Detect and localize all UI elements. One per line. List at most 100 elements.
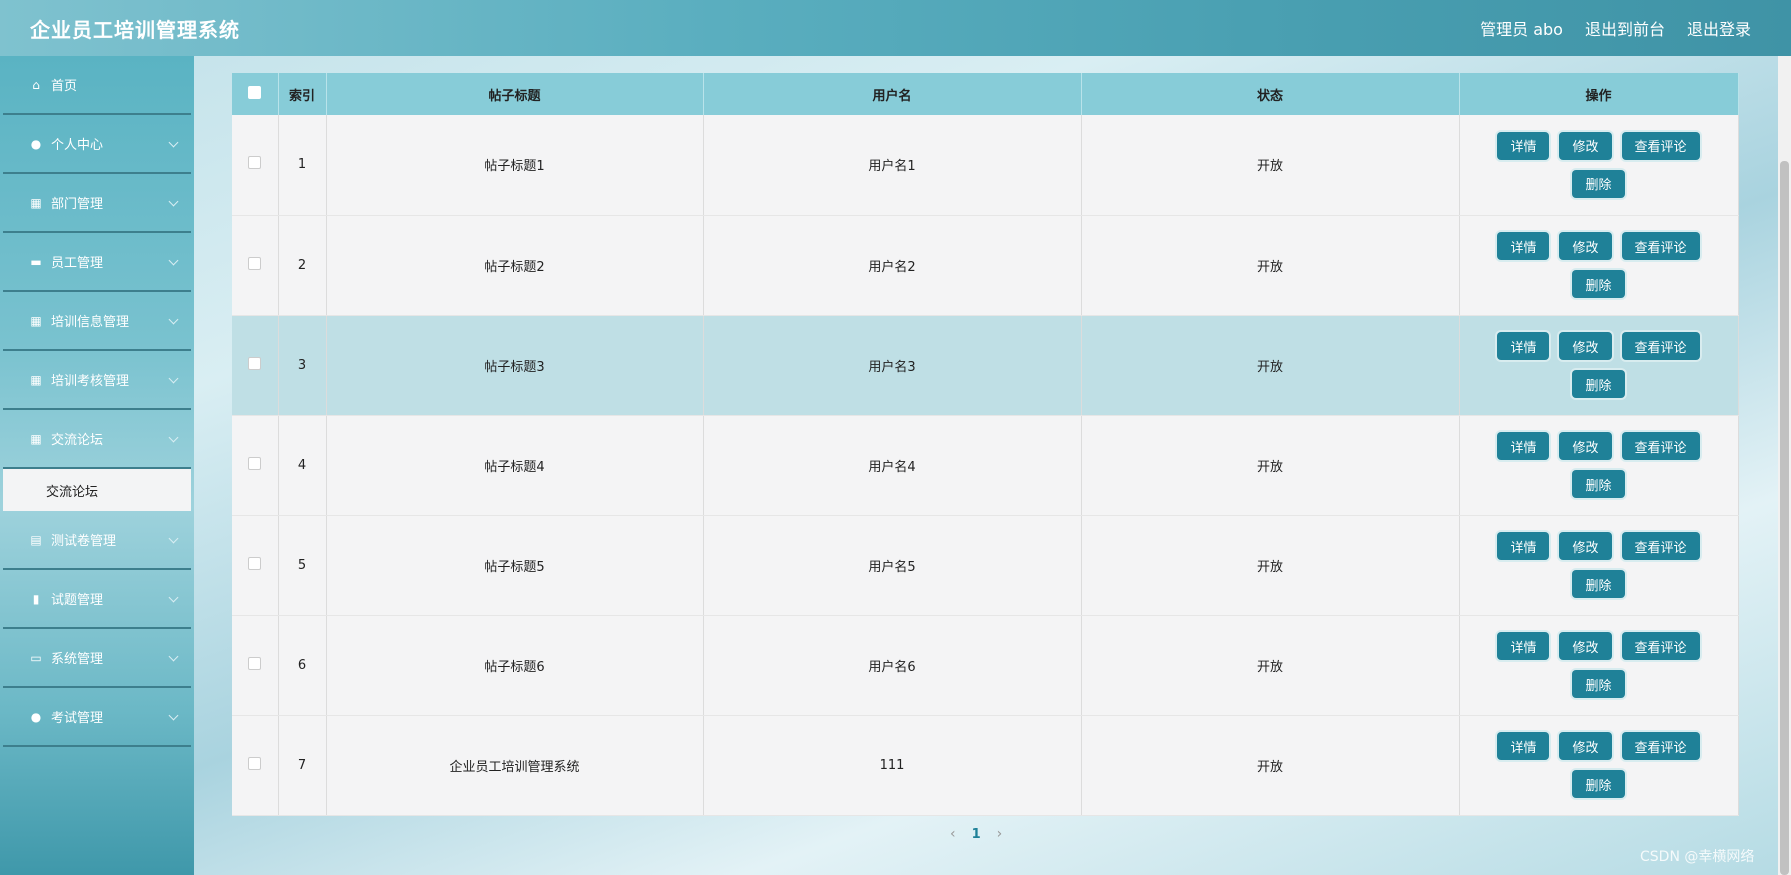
current-user-label: 管理员 abo (1480, 20, 1563, 39)
grid-icon: ▦ (30, 431, 42, 446)
row-status: 开放 (1081, 715, 1460, 816)
edit-button[interactable]: 修改 (1559, 632, 1612, 660)
row-index: 6 (278, 615, 327, 716)
forum-table: 索引 帖子标题 用户名 状态 操作 1 帖子标题1 用户名1 开放 详情 修改 … (232, 73, 1739, 816)
sidebar-item-label: 个人中心 (51, 138, 104, 153)
row-index: 1 (278, 115, 327, 216)
view-comments-button[interactable]: 查看评论 (1621, 131, 1700, 160)
chevron-down-icon (168, 592, 179, 603)
sidebar-item-training-assessment[interactable]: ▦ 培训考核管理 (3, 351, 191, 410)
delete-button[interactable]: 删除 (1572, 570, 1625, 598)
row-status: 开放 (1081, 315, 1460, 416)
sidebar-item-label: 考试管理 (51, 711, 104, 726)
sidebar-item-exam[interactable]: ● 考试管理 (3, 688, 191, 747)
monitor-icon: ▭ (30, 650, 42, 665)
row-actions: 详情 修改 查看评论 删除 (1460, 131, 1738, 198)
view-comments-button[interactable]: 查看评论 (1621, 432, 1700, 460)
sidebar-item-system[interactable]: ▭ 系统管理 (3, 629, 191, 688)
delete-button[interactable]: 删除 (1572, 470, 1625, 498)
row-index: 7 (278, 715, 327, 816)
column-header-username: 用户名 (703, 73, 1082, 115)
row-status: 开放 (1081, 615, 1460, 716)
sidebar-item-forum[interactable]: ▦ 交流论坛 (3, 410, 191, 469)
delete-button[interactable]: 删除 (1572, 270, 1625, 298)
sidebar-item-home[interactable]: ⌂ 首页 (3, 56, 191, 115)
table-row: 7 企业员工培训管理系统 111 开放 详情 修改 查看评论 删除 (232, 715, 1739, 816)
table-row: 5 帖子标题5 用户名5 开放 详情 修改 查看评论 删除 (232, 515, 1739, 616)
row-index: 3 (278, 315, 327, 416)
scrollbar-thumb[interactable] (1780, 161, 1789, 875)
row-checkbox[interactable] (248, 156, 262, 170)
view-comments-button[interactable]: 查看评论 (1621, 332, 1700, 360)
delete-button[interactable]: 删除 (1572, 670, 1625, 698)
row-index: 5 (278, 515, 327, 616)
watermark: CSDN @幸横网络 (1640, 849, 1755, 865)
view-comments-button[interactable]: 查看评论 (1621, 632, 1700, 660)
chevron-down-icon (168, 432, 179, 443)
pin-icon: ● (30, 709, 42, 724)
next-page-button[interactable]: › (997, 826, 1003, 842)
row-checkbox[interactable] (248, 756, 262, 770)
table-row: 1 帖子标题1 用户名1 开放 详情 修改 查看评论 删除 (232, 115, 1739, 216)
delete-button[interactable]: 删除 (1572, 770, 1625, 798)
exit-to-frontend-link[interactable]: 退出到前台 (1585, 16, 1665, 40)
row-title: 帖子标题4 (326, 415, 704, 516)
select-all-checkbox[interactable] (248, 85, 262, 99)
delete-button[interactable]: 删除 (1572, 370, 1625, 398)
detail-button[interactable]: 详情 (1497, 532, 1550, 560)
detail-button[interactable]: 详情 (1497, 131, 1550, 160)
sidebar-item-personal-center[interactable]: ● 个人中心 (3, 115, 191, 174)
view-comments-button[interactable]: 查看评论 (1621, 232, 1700, 260)
sidebar-item-employee[interactable]: ▬ 员工管理 (3, 233, 191, 292)
row-index: 4 (278, 415, 327, 516)
home-icon: ⌂ (32, 77, 40, 92)
sidebar-item-label: 测试卷管理 (51, 534, 117, 549)
page-number-button[interactable]: 1 (972, 827, 981, 842)
sidebar-subitem-forum[interactable]: 交流论坛 (3, 469, 191, 511)
vertical-scrollbar[interactable] (1778, 56, 1791, 875)
table-header-row: 索引 帖子标题 用户名 状态 操作 (232, 73, 1739, 115)
table-row: 6 帖子标题6 用户名6 开放 详情 修改 查看评论 删除 (232, 615, 1739, 716)
sidebar-subitem-label: 交流论坛 (46, 484, 99, 500)
detail-button[interactable]: 详情 (1497, 232, 1550, 260)
edit-button[interactable]: 修改 (1559, 131, 1612, 160)
sidebar-item-department[interactable]: ▦ 部门管理 (3, 174, 191, 233)
sidebar-item-questions[interactable]: ▮ 试题管理 (3, 570, 191, 629)
prev-page-button[interactable]: ‹ (950, 826, 956, 842)
table-row: 4 帖子标题4 用户名4 开放 详情 修改 查看评论 删除 (232, 415, 1739, 516)
edit-button[interactable]: 修改 (1559, 232, 1612, 260)
row-checkbox[interactable] (248, 356, 262, 370)
row-checkbox[interactable] (248, 656, 262, 670)
row-actions: 详情 修改 查看评论 删除 (1460, 732, 1738, 798)
briefcase-icon: ▬ (30, 254, 42, 269)
column-header-status: 状态 (1081, 73, 1460, 115)
edit-button[interactable]: 修改 (1559, 432, 1612, 460)
edit-button[interactable]: 修改 (1559, 532, 1612, 560)
view-comments-button[interactable]: 查看评论 (1621, 732, 1700, 760)
sidebar-item-label: 试题管理 (51, 593, 104, 608)
chevron-down-icon (168, 710, 179, 721)
row-username: 用户名4 (703, 415, 1082, 516)
row-checkbox[interactable] (248, 556, 262, 570)
logout-link[interactable]: 退出登录 (1687, 16, 1751, 40)
detail-button[interactable]: 详情 (1497, 732, 1550, 760)
delete-button[interactable]: 删除 (1572, 169, 1625, 198)
detail-button[interactable]: 详情 (1497, 632, 1550, 660)
app-title: 企业员工培训管理系统 (30, 17, 240, 42)
sidebar-item-test-paper[interactable]: ▤ 测试卷管理 (3, 511, 191, 570)
detail-button[interactable]: 详情 (1497, 332, 1550, 360)
detail-button[interactable]: 详情 (1497, 432, 1550, 460)
edit-button[interactable]: 修改 (1559, 332, 1612, 360)
chevron-down-icon (168, 314, 179, 325)
chevron-down-icon (168, 533, 179, 544)
sidebar-item-training-info[interactable]: ▦ 培训信息管理 (3, 292, 191, 351)
row-status: 开放 (1081, 115, 1460, 216)
edit-button[interactable]: 修改 (1559, 732, 1612, 760)
view-comments-button[interactable]: 查看评论 (1621, 532, 1700, 560)
row-title: 帖子标题1 (326, 115, 704, 216)
row-checkbox[interactable] (248, 256, 262, 270)
row-checkbox[interactable] (248, 456, 262, 470)
top-header: 企业员工培训管理系统 管理员 abo 退出到前台 退出登录 (0, 0, 1791, 56)
row-actions: 详情 修改 查看评论 删除 (1460, 632, 1738, 698)
row-status: 开放 (1081, 515, 1460, 616)
